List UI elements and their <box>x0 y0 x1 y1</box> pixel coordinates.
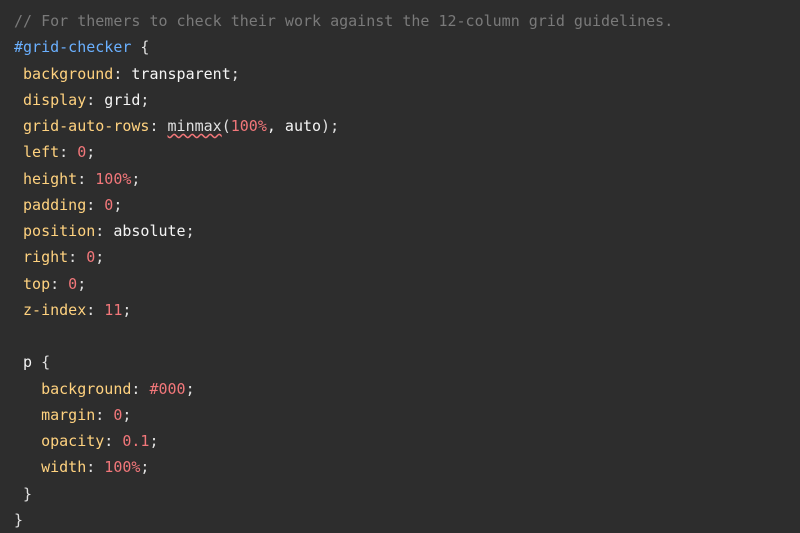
number-token: 0 <box>68 275 77 293</box>
value-token: transparent <box>131 65 230 83</box>
brace-open: { <box>32 353 50 371</box>
value-token: absolute <box>113 222 185 240</box>
code-line: position: absolute; <box>14 218 786 244</box>
code-line-comment: // For themers to check their work again… <box>14 8 786 34</box>
code-line: grid-auto-rows: minmax(100%, auto); <box>14 113 786 139</box>
brace-close: } <box>23 485 32 503</box>
property-token: margin <box>41 406 95 424</box>
code-line: margin: 0; <box>14 402 786 428</box>
code-line: padding: 0; <box>14 192 786 218</box>
property-token: width <box>41 458 86 476</box>
number-token: 0.1 <box>122 432 149 450</box>
number-token: 100% <box>95 170 131 188</box>
property-token: top <box>23 275 50 293</box>
code-line: width: 100%; <box>14 454 786 480</box>
number-token: 100% <box>231 117 267 135</box>
code-line: display: grid; <box>14 87 786 113</box>
property-token: padding <box>23 196 86 214</box>
property-token: display <box>23 91 86 109</box>
code-line-nested-selector: p { <box>14 349 786 375</box>
selector-token: p <box>23 353 32 371</box>
brace-close: } <box>14 511 23 529</box>
number-token: 0 <box>86 248 95 266</box>
number-token: 100% <box>104 458 140 476</box>
property-token: right <box>23 248 68 266</box>
code-line-brace-close: } <box>14 507 786 533</box>
property-token: grid-auto-rows <box>23 117 149 135</box>
property-token: opacity <box>41 432 104 450</box>
code-line-selector: #grid-checker { <box>14 34 786 60</box>
code-line: background: transparent; <box>14 61 786 87</box>
selector-token: #grid-checker <box>14 38 131 56</box>
code-line-brace-close: } <box>14 481 786 507</box>
code-line: top: 0; <box>14 271 786 297</box>
code-line: height: 100%; <box>14 166 786 192</box>
value-token: auto <box>285 117 321 135</box>
brace-open: { <box>131 38 149 56</box>
code-line: opacity: 0.1; <box>14 428 786 454</box>
number-token: 11 <box>104 301 122 319</box>
property-token: left <box>23 143 59 161</box>
property-token: position <box>23 222 95 240</box>
code-line: z-index: 11; <box>14 297 786 323</box>
number-token: 0 <box>104 196 113 214</box>
code-line: background: #000; <box>14 376 786 402</box>
code-editor[interactable]: // For themers to check their work again… <box>14 8 786 533</box>
number-token: 0 <box>77 143 86 161</box>
code-line: right: 0; <box>14 244 786 270</box>
property-token: background <box>41 380 131 398</box>
property-token: z-index <box>23 301 86 319</box>
property-token: background <box>23 65 113 83</box>
value-token: grid <box>104 91 140 109</box>
number-token: 0 <box>113 406 122 424</box>
property-token: height <box>23 170 77 188</box>
function-token: minmax <box>168 117 222 135</box>
code-line: left: 0; <box>14 139 786 165</box>
code-line-blank <box>14 323 786 349</box>
comment-text: // For themers to check their work again… <box>14 12 673 30</box>
value-token: #000 <box>149 380 185 398</box>
